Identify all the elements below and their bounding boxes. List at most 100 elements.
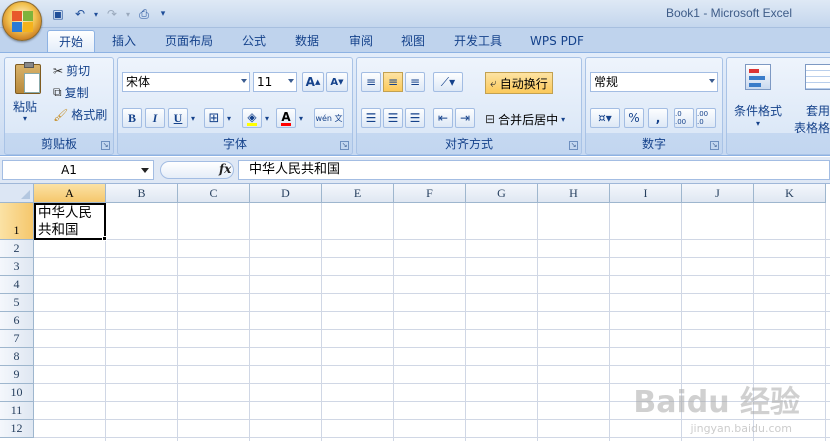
worksheet-grid[interactable]: ABCDEFGHIJK 1 2 3 4 5 6 7 8 9 10 11 12 中华人民共和国 Baid… xyxy=(0,184,830,441)
tab-formulas[interactable]: 公式 xyxy=(232,30,276,52)
conditional-formatting-button[interactable]: 条件格式 ▾ xyxy=(729,62,787,132)
align-middle-icon: ≡ xyxy=(387,75,399,89)
column-header-b[interactable]: B xyxy=(106,184,178,203)
alignment-launcher-icon[interactable]: ↘ xyxy=(569,141,578,150)
column-header-g[interactable]: G xyxy=(466,184,538,203)
save-icon[interactable]: ▣ xyxy=(48,5,68,23)
column-header-d[interactable]: D xyxy=(250,184,322,203)
column-header-f[interactable]: F xyxy=(394,184,466,203)
qat-customize-icon[interactable]: ▾ xyxy=(156,5,170,23)
font-launcher-icon[interactable]: ↘ xyxy=(340,141,349,150)
align-top-button[interactable]: ≡ xyxy=(361,72,381,92)
row-header-11[interactable]: 11 xyxy=(0,402,34,420)
clipboard-launcher-icon[interactable]: ↘ xyxy=(101,141,110,150)
column-header-c[interactable]: C xyxy=(178,184,250,203)
fill-color-dropdown-icon[interactable]: ▾ xyxy=(262,108,272,128)
number-launcher-icon[interactable]: ↘ xyxy=(710,141,719,150)
copy-button[interactable]: ⧉ 复制 xyxy=(53,84,89,101)
align-right-button[interactable]: ☰ xyxy=(405,108,425,128)
row-header-12[interactable]: 12 xyxy=(0,420,34,438)
increase-decimal-button[interactable]: .0 .00 xyxy=(674,108,694,128)
gridline-horizontal xyxy=(34,437,830,438)
font-color-button[interactable]: A xyxy=(276,108,296,128)
column-header-e[interactable]: E xyxy=(322,184,394,203)
borders-dropdown-icon[interactable]: ▾ xyxy=(224,108,234,128)
row-header-1[interactable]: 1 xyxy=(0,203,34,240)
office-button[interactable] xyxy=(2,1,42,41)
row-header-6[interactable]: 6 xyxy=(0,312,34,330)
row-header-8[interactable]: 8 xyxy=(0,348,34,366)
redo-icon[interactable]: ↷ xyxy=(102,5,122,23)
redo-dropdown-icon[interactable]: ▾ xyxy=(124,5,132,23)
grow-font-button[interactable]: A ▲ xyxy=(302,72,324,92)
tab-page-layout[interactable]: 页面布局 xyxy=(155,30,223,52)
chevron-down-icon xyxy=(241,79,247,83)
row-header-9[interactable]: 9 xyxy=(0,366,34,384)
format-as-table-button[interactable]: 套用 表格格式 xyxy=(793,62,830,135)
comma-style-button[interactable]: , xyxy=(648,108,668,128)
underline-dropdown-icon[interactable]: ▾ xyxy=(188,108,198,128)
insert-function-icon[interactable]: fx xyxy=(219,162,231,176)
undo-dropdown-icon[interactable]: ▾ xyxy=(92,5,100,23)
align-bottom-button[interactable]: ≡ xyxy=(405,72,425,92)
row-header-7[interactable]: 7 xyxy=(0,330,34,348)
row-header-2[interactable]: 2 xyxy=(0,240,34,258)
number-group-label: 数字 xyxy=(641,137,666,151)
align-left-icon: ☰ xyxy=(365,111,377,125)
tab-wps-pdf[interactable]: WPS PDF xyxy=(522,30,592,52)
tab-view[interactable]: 视图 xyxy=(390,30,436,52)
row-header-3[interactable]: 3 xyxy=(0,258,34,276)
align-middle-button[interactable]: ≡ xyxy=(383,72,403,92)
increase-indent-button[interactable]: ⇥ xyxy=(455,108,475,128)
number-format-combo[interactable]: 常规 xyxy=(590,72,718,92)
gridline-horizontal xyxy=(34,347,830,348)
percent-style-button[interactable]: % xyxy=(624,108,644,128)
cut-button[interactable]: ✂ 剪切 xyxy=(53,62,90,79)
align-center-button[interactable]: ☰ xyxy=(383,108,403,128)
underline-button[interactable]: U xyxy=(168,108,188,128)
row-header-4[interactable]: 4 xyxy=(0,276,34,294)
row-header-10[interactable]: 10 xyxy=(0,384,34,402)
cell-a1[interactable]: 中华人民共和国 xyxy=(34,203,106,240)
bold-button[interactable]: B xyxy=(122,108,142,128)
tab-developer[interactable]: 开发工具 xyxy=(444,30,512,52)
select-all-corner[interactable] xyxy=(0,184,34,203)
column-header-a[interactable]: A xyxy=(34,184,106,203)
font-size-combo[interactable]: 11 xyxy=(253,72,297,92)
gridline-horizontal xyxy=(34,365,830,366)
phonetic-guide-button[interactable]: wén 文 xyxy=(314,108,344,128)
print-preview-icon[interactable]: ⎙ xyxy=(134,5,154,23)
column-header-k[interactable]: K xyxy=(754,184,826,203)
chevron-down-icon xyxy=(141,168,149,173)
chevron-down-icon: ▾ xyxy=(755,119,760,128)
accounting-format-button[interactable]: ¤▾ xyxy=(590,108,620,128)
font-color-dropdown-icon[interactable]: ▾ xyxy=(296,108,306,128)
decrease-indent-button[interactable]: ⇤ xyxy=(433,108,453,128)
merge-center-button[interactable]: ⊟ 合并后居中 ▾ xyxy=(485,108,565,130)
font-name-combo[interactable]: 宋体 xyxy=(122,72,250,92)
wrap-text-button[interactable]: ⤶ 自动换行 xyxy=(485,72,553,94)
name-box[interactable]: A1 xyxy=(2,160,154,180)
tab-insert[interactable]: 插入 xyxy=(101,30,147,52)
orientation-button[interactable]: ⟋▾ xyxy=(433,72,463,92)
paste-button[interactable]: 粘贴 ▾ xyxy=(11,62,45,124)
shrink-font-button[interactable]: A ▼ xyxy=(326,72,348,92)
undo-icon[interactable]: ↶ xyxy=(70,5,90,23)
format-painter-button[interactable]: 🖌 格式刷 xyxy=(53,106,107,123)
tab-review[interactable]: 审阅 xyxy=(338,30,384,52)
fill-handle[interactable] xyxy=(102,236,107,241)
column-header-h[interactable]: H xyxy=(538,184,610,203)
row-header-5[interactable]: 5 xyxy=(0,294,34,312)
column-header-j[interactable]: J xyxy=(682,184,754,203)
decrease-decimal-button[interactable]: .00 .0 xyxy=(696,108,716,128)
formula-input[interactable]: 中华人民共和国 xyxy=(238,160,830,180)
gridline-horizontal xyxy=(34,329,830,330)
currency-icon: ¤▾ xyxy=(598,111,612,125)
column-header-i[interactable]: I xyxy=(610,184,682,203)
tab-data[interactable]: 数据 xyxy=(284,30,330,52)
align-left-button[interactable]: ☰ xyxy=(361,108,381,128)
fill-color-button[interactable]: ◈ xyxy=(242,108,262,128)
borders-button[interactable]: ⊞ xyxy=(204,108,224,128)
tab-home[interactable]: 开始 xyxy=(47,30,95,52)
italic-button[interactable]: I xyxy=(145,108,165,128)
